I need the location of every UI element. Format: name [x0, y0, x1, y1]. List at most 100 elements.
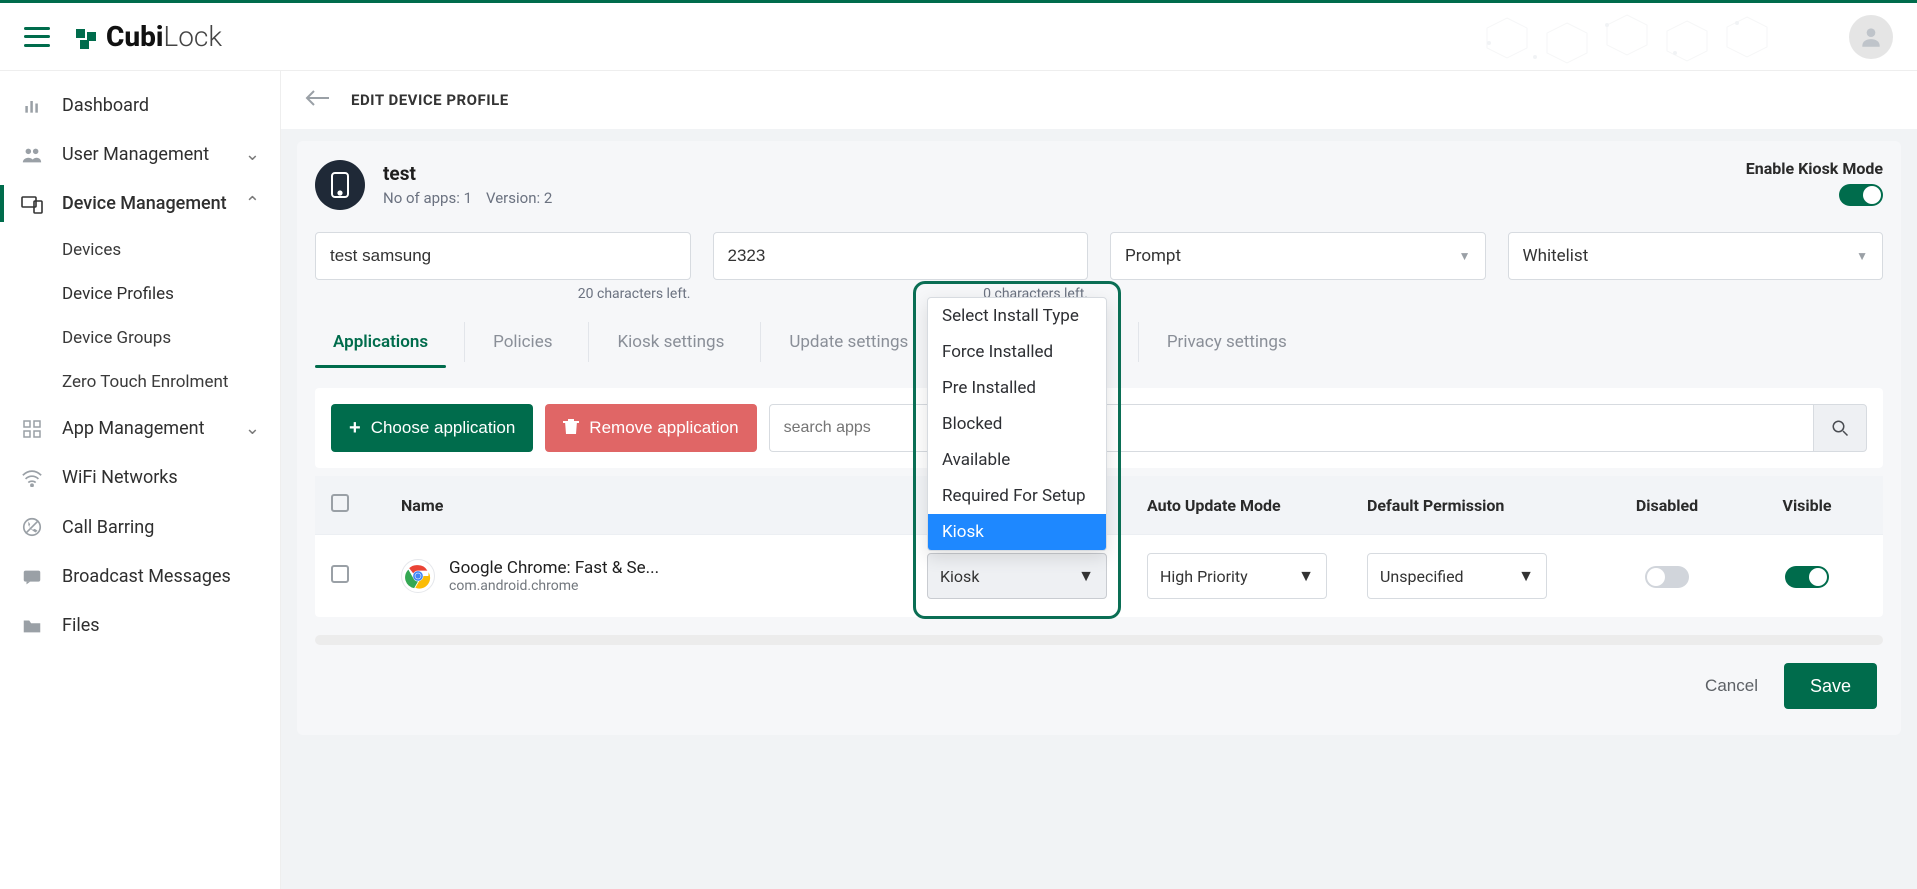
dropdown-option[interactable]: Force Installed	[928, 334, 1106, 370]
chrome-icon	[401, 559, 435, 593]
chart-bar-icon	[20, 96, 44, 116]
sidebar-item-user-management[interactable]: User Management ⌄	[0, 130, 280, 179]
permission-value: Unspecified	[1380, 567, 1464, 586]
visible-toggle[interactable]	[1785, 566, 1829, 588]
col-permission: Default Permission	[1367, 496, 1587, 515]
app-package: com.android.chrome	[449, 578, 659, 594]
content: EDIT DEVICE PROFILE test No of apps: 1 V…	[281, 71, 1917, 889]
sidebar-item-dashboard[interactable]: Dashboard	[0, 81, 280, 130]
menu-toggle-icon[interactable]	[24, 27, 50, 47]
footer-actions: Cancel Save	[315, 645, 1883, 709]
sidebar-item-device-management[interactable]: Device Management ⌃	[0, 179, 280, 228]
sidebar: Dashboard User Management ⌄ Device Manag…	[0, 71, 281, 889]
app-name: Google Chrome: Fast & Se...	[449, 558, 659, 578]
sidebar-sub-zero-touch[interactable]: Zero Touch Enrolment	[0, 360, 280, 404]
sidebar-sub-devices[interactable]: Devices	[0, 228, 280, 272]
sidebar-label: User Management	[62, 144, 209, 165]
filter-value: Whitelist	[1523, 246, 1589, 266]
caret-down-icon: ▼	[1856, 249, 1868, 263]
tab-policies[interactable]: Policies	[464, 322, 570, 362]
auto-update-value: High Priority	[1160, 567, 1248, 586]
save-button[interactable]: Save	[1784, 663, 1877, 709]
col-name: Name	[401, 496, 927, 515]
brand-logo[interactable]: CubiLock	[74, 20, 222, 53]
dropdown-option-selected[interactable]: Kiosk	[928, 514, 1106, 550]
folder-icon	[20, 617, 44, 635]
name-helper: 20 characters left.	[315, 286, 691, 302]
search-icon	[1831, 419, 1849, 437]
profile-code-input[interactable]	[713, 232, 1089, 280]
dropdown-option[interactable]: Select Install Type	[928, 298, 1106, 334]
remove-application-button[interactable]: Remove application	[545, 404, 756, 452]
profile-panel: test No of apps: 1 Version: 2 Enable Kio…	[297, 141, 1901, 735]
tab-privacy-settings[interactable]: Privacy settings	[1138, 322, 1305, 362]
tab-update-settings[interactable]: Update settings	[760, 322, 926, 362]
disabled-toggle[interactable]	[1645, 566, 1689, 588]
mode-select[interactable]: Prompt ▼	[1110, 232, 1486, 280]
dropdown-option[interactable]: Available	[928, 442, 1106, 478]
sidebar-label: Files	[62, 615, 100, 636]
row-checkbox[interactable]	[331, 565, 349, 583]
mode-value: Prompt	[1125, 246, 1181, 266]
permission-select[interactable]: Unspecified ▼	[1367, 553, 1547, 599]
apps-count: No of apps: 1	[383, 189, 472, 207]
chevron-up-icon: ⌃	[245, 193, 260, 214]
dropdown-option[interactable]: Pre Installed	[928, 370, 1106, 406]
caret-down-icon: ▼	[1459, 249, 1471, 263]
sidebar-label: Broadcast Messages	[62, 566, 231, 587]
call-barring-icon	[20, 516, 44, 538]
profile-name: test	[383, 162, 552, 185]
sidebar-label: WiFi Networks	[62, 467, 178, 488]
search-apps-input[interactable]	[769, 404, 1813, 452]
sidebar-item-call-barring[interactable]: Call Barring	[0, 502, 280, 552]
search-button[interactable]	[1813, 404, 1867, 452]
version-label: Version: 2	[486, 189, 552, 207]
kiosk-mode-toggle[interactable]	[1839, 184, 1883, 206]
header: CubiLock	[0, 3, 1917, 71]
back-arrow-icon[interactable]	[305, 89, 331, 111]
apps-icon	[20, 419, 44, 439]
sidebar-sub-device-profiles[interactable]: Device Profiles	[0, 272, 280, 316]
sidebar-item-app-management[interactable]: App Management ⌄	[0, 404, 280, 453]
user-avatar[interactable]	[1849, 15, 1893, 59]
message-icon	[20, 567, 44, 587]
sidebar-sub-device-groups[interactable]: Device Groups	[0, 316, 280, 360]
col-visible: Visible	[1747, 496, 1867, 515]
install-type-select[interactable]: Kiosk ▼	[927, 553, 1107, 599]
chevron-down-icon: ⌄	[245, 418, 260, 439]
filter-select[interactable]: Whitelist ▼	[1508, 232, 1884, 280]
profile-name-input[interactable]	[315, 232, 691, 280]
trash-icon	[563, 417, 579, 440]
sidebar-label: App Management	[62, 418, 204, 439]
sidebar-label: Dashboard	[62, 95, 149, 116]
sidebar-label: Device Management	[62, 193, 227, 214]
chevron-down-icon: ⌄	[245, 144, 260, 165]
sidebar-item-files[interactable]: Files	[0, 601, 280, 650]
caret-down-icon: ▼	[1518, 566, 1534, 586]
cancel-button[interactable]: Cancel	[1705, 676, 1758, 696]
decorative-hex	[1477, 13, 1797, 67]
logo-icon	[74, 25, 98, 49]
auto-update-select[interactable]: High Priority ▼	[1147, 553, 1327, 599]
page-title: EDIT DEVICE PROFILE	[351, 91, 509, 109]
select-all-checkbox[interactable]	[331, 494, 349, 512]
sidebar-label: Call Barring	[62, 517, 154, 538]
install-type-dropdown[interactable]: Select Install Type Force Installed Pre …	[927, 297, 1107, 551]
users-icon	[20, 145, 44, 165]
choose-application-button[interactable]: + Choose application	[331, 404, 533, 452]
wifi-icon	[20, 469, 44, 487]
dropdown-option[interactable]: Blocked	[928, 406, 1106, 442]
sidebar-item-wifi[interactable]: WiFi Networks	[0, 453, 280, 502]
devices-icon	[20, 194, 44, 214]
content-header: EDIT DEVICE PROFILE	[281, 71, 1917, 129]
sidebar-item-broadcast[interactable]: Broadcast Messages	[0, 552, 280, 601]
col-auto-update: Auto Update Mode	[1147, 496, 1367, 515]
install-type-value: Kiosk	[940, 567, 979, 586]
caret-down-icon: ▼	[1078, 566, 1094, 586]
tab-applications[interactable]: Applications	[315, 322, 446, 362]
profile-device-icon	[315, 160, 365, 210]
horizontal-scrollbar[interactable]	[315, 635, 1883, 645]
dropdown-option[interactable]: Required For Setup	[928, 478, 1106, 514]
tab-kiosk-settings[interactable]: Kiosk settings	[588, 322, 742, 362]
plus-icon: +	[349, 417, 361, 440]
